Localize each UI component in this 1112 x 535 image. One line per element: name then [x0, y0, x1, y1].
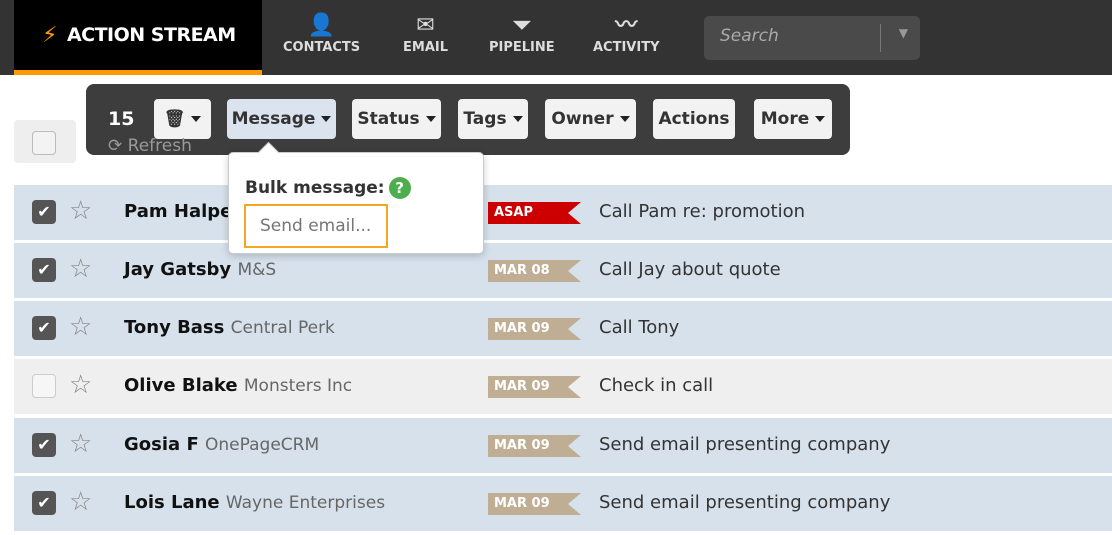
company-name: Wayne Enterprises [225, 493, 386, 513]
star-icon[interactable]: ☆ [69, 487, 92, 517]
nav-activity[interactable]: 〰 ACTIVITY [593, 12, 660, 55]
select-all-checkbox[interactable] [32, 131, 56, 155]
contact-name[interactable]: Lois Lane Wayne Enterprises [124, 492, 385, 513]
funnel-icon: ⏷ [513, 13, 531, 38]
task-text[interactable]: Call Pam re: promotion [599, 201, 805, 222]
row-checkbox[interactable]: ✔ [32, 491, 56, 515]
row-checkbox[interactable]: ✔ [32, 200, 56, 224]
tags-button[interactable]: Tags [458, 99, 528, 139]
star-icon[interactable]: ☆ [69, 196, 92, 226]
refresh-link[interactable]: ⟳ Refresh [108, 137, 192, 155]
row-checkbox[interactable]: ✔ [32, 258, 56, 282]
task-text[interactable]: Send email presenting company [599, 492, 890, 513]
person-icon: 👤 [307, 13, 336, 38]
send-email-input[interactable] [244, 204, 388, 248]
bolt-icon: ⚡ [42, 22, 57, 48]
select-all[interactable] [14, 120, 76, 163]
top-nav: ⚡ ACTION STREAM 👤 CONTACTS ✉ EMAIL ⏷ PIPELIN… [0, 0, 1112, 75]
selected-count: 15 [108, 108, 135, 130]
star-icon[interactable]: ☆ [69, 312, 92, 342]
search-dropdown-icon[interactable]: ▼ [899, 26, 908, 40]
contact-name[interactable]: Tony Bass Central Perk [124, 317, 335, 338]
star-icon[interactable]: ☆ [69, 370, 92, 400]
date-tag: MAR 09 [488, 493, 581, 515]
company-name: Monsters Inc [243, 376, 353, 396]
pulse-icon: 〰 [615, 13, 638, 38]
contact-name[interactable]: Gosia F OnePageCRM [124, 434, 319, 455]
date-tag: MAR 09 [488, 435, 581, 457]
row-checkbox[interactable]: ✔ [32, 433, 56, 457]
table-row[interactable]: ✔ ☆ Gosia F OnePageCRM MAR 09 Send email… [14, 418, 1112, 473]
envelope-icon: ✉ [416, 13, 435, 38]
star-icon[interactable]: ☆ [69, 429, 92, 459]
status-button[interactable]: Status [352, 99, 441, 139]
message-button[interactable]: Message [227, 99, 336, 139]
table-row[interactable]: ✔ ☆ Jay Gatsby M&S MAR 08 Call Jay about… [14, 243, 1112, 298]
company-name: OnePageCRM [205, 435, 320, 455]
date-tag: MAR 08 [488, 260, 581, 282]
table-row[interactable]: ☆ Olive Blake Monsters Inc MAR 09 Check … [14, 359, 1112, 414]
contact-name[interactable]: Olive Blake Monsters Inc [124, 375, 352, 396]
bulk-message-popover: Bulk message:? [228, 152, 484, 254]
task-text[interactable]: Call Jay about quote [599, 259, 781, 280]
date-tag: ASAP [488, 202, 581, 224]
help-icon[interactable]: ? [388, 177, 411, 199]
search-input[interactable]: Search ▼ [704, 16, 920, 60]
nav-pipeline[interactable]: ⏷ PIPELINE [489, 12, 555, 55]
task-text[interactable]: Send email presenting company [599, 434, 890, 455]
more-button[interactable]: More [754, 99, 832, 139]
company-name: M&S [237, 260, 277, 280]
nav-contacts[interactable]: 👤 CONTACTS [283, 12, 360, 55]
date-tag: MAR 09 [488, 376, 581, 398]
trash-icon: 🗑 [163, 109, 186, 129]
table-row[interactable]: ✔ ☆ Tony Bass Central Perk MAR 09 Call T… [14, 301, 1112, 356]
star-icon[interactable]: ☆ [69, 254, 92, 284]
table-row[interactable]: ✔ ☆ Pam Halpert ASAP Call Pam re: promot… [14, 185, 1112, 240]
actions-button[interactable]: Actions [653, 99, 735, 139]
task-text[interactable]: Check in call [599, 375, 713, 396]
row-checkbox[interactable] [32, 374, 56, 398]
bulk-toolbar: 15 🗑 Message Status Tags Owner Actions M… [86, 84, 850, 155]
owner-button[interactable]: Owner [545, 99, 636, 139]
task-text[interactable]: Call Tony [599, 317, 679, 338]
company-name: Central Perk [230, 318, 335, 338]
row-checkbox[interactable]: ✔ [32, 316, 56, 340]
nav-email[interactable]: ✉ EMAIL [403, 12, 448, 55]
divider [880, 24, 881, 52]
contact-name[interactable]: Jay Gatsby M&S [124, 259, 276, 280]
date-tag: MAR 09 [488, 318, 581, 340]
delete-button[interactable]: 🗑 [154, 99, 211, 139]
table-row[interactable]: ✔ ☆ Lois Lane Wayne Enterprises MAR 09 S… [14, 476, 1112, 531]
nav-action-stream[interactable]: ⚡ ACTION STREAM [14, 0, 262, 75]
bulk-message-label: Bulk message:? [245, 177, 411, 199]
